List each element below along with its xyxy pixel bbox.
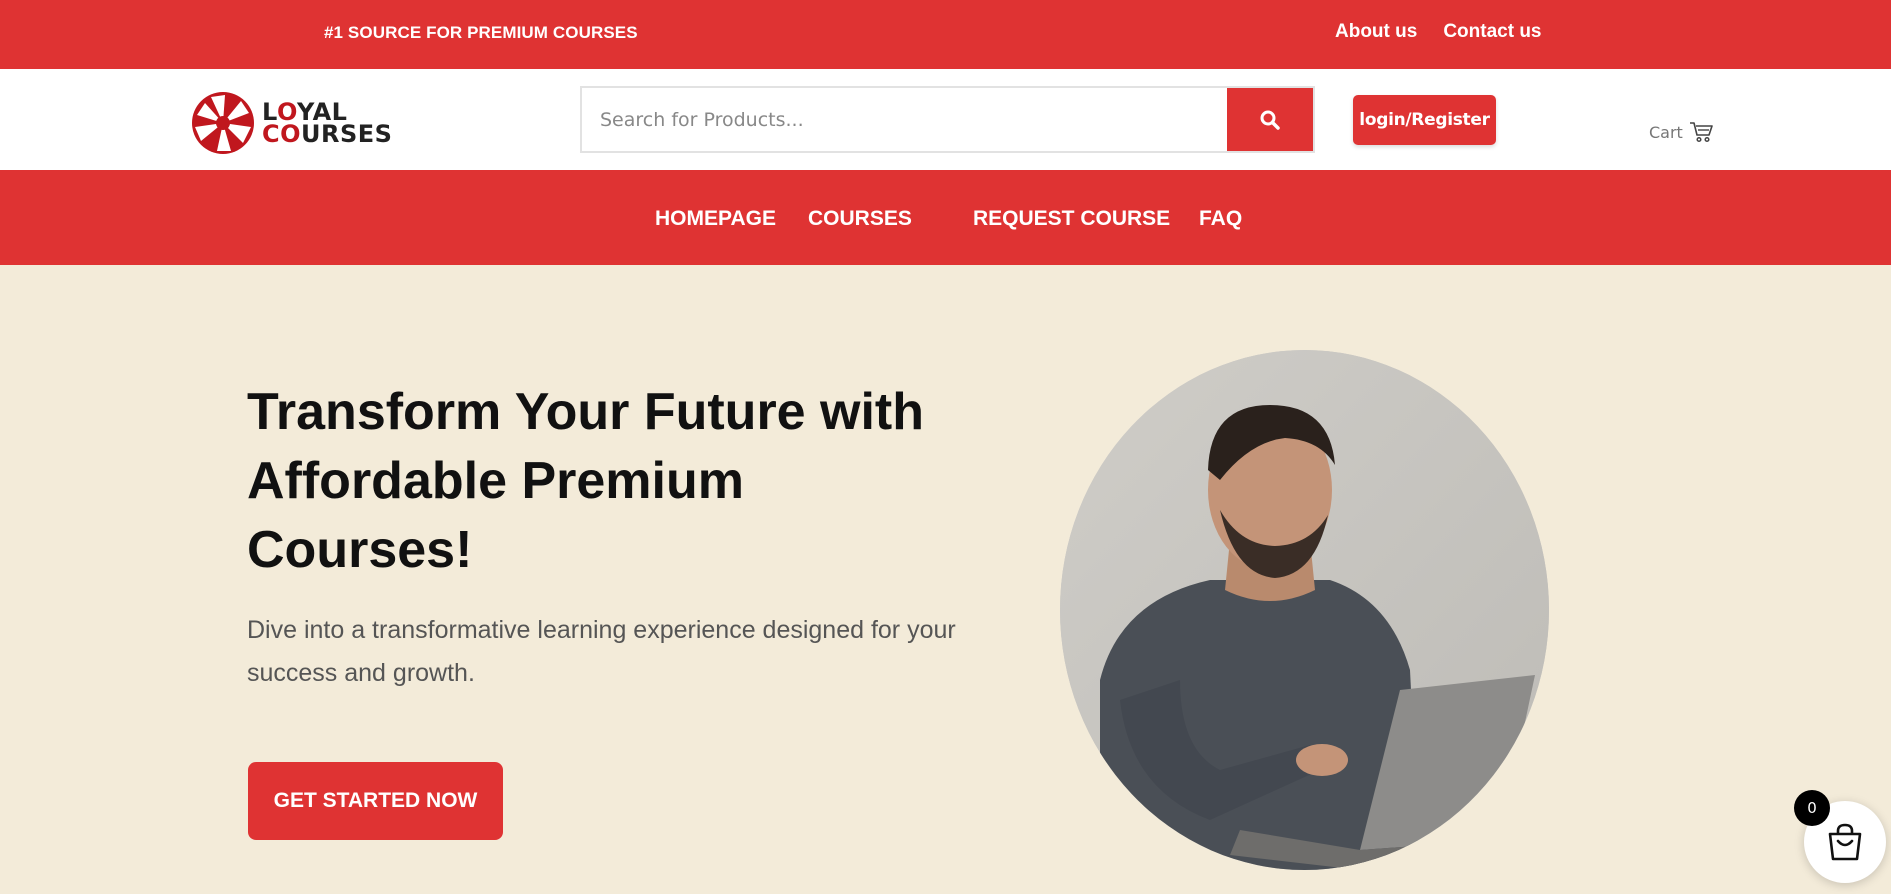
cart-icon [1689,122,1713,143]
tagline: #1 SOURCE FOR PREMIUM COURSES [324,23,638,42]
logo-aperture-icon [192,92,254,154]
person-with-laptop-photo [1060,350,1549,870]
logo-wordmark: LOYAL COURSES [262,98,393,148]
hero-title: Transform Your Future with Affordable Pr… [247,383,925,579]
nav-item-courses[interactable]: COURSES [808,207,912,231]
nav-item-request-course[interactable]: REQUEST COURSE [973,207,1170,231]
header: LOYAL COURSES login/Register Cart [0,69,1891,170]
top-bar: #1 SOURCE FOR PREMIUM COURSES About us C… [0,0,1891,69]
search-icon [1260,110,1280,130]
hero-image [1060,350,1549,870]
shopping-bag-icon [1828,823,1862,861]
cart-count-badge: 0 [1794,790,1830,826]
main-nav: HOMEPAGE COURSES REQUEST COURSE FAQ [0,170,1891,265]
about-us-link[interactable]: About us [1335,21,1417,43]
login-register-button[interactable]: login/Register [1353,95,1496,145]
hero-subtitle: Dive into a transformative learning expe… [247,616,956,687]
contact-us-link[interactable]: Contact us [1443,21,1541,43]
search-button[interactable] [1227,88,1313,151]
search-bar [580,86,1315,153]
get-started-button[interactable]: GET STARTED NOW [248,762,503,840]
nav-item-homepage[interactable]: HOMEPAGE [655,207,776,231]
cart-label: Cart [1649,122,1683,142]
logo[interactable]: LOYAL COURSES [191,91,392,155]
nav-item-faq[interactable]: FAQ [1199,207,1242,231]
search-input[interactable] [582,88,1227,151]
cart-link[interactable]: Cart [1649,121,1713,143]
top-links: About us Contact us [1335,21,1542,43]
